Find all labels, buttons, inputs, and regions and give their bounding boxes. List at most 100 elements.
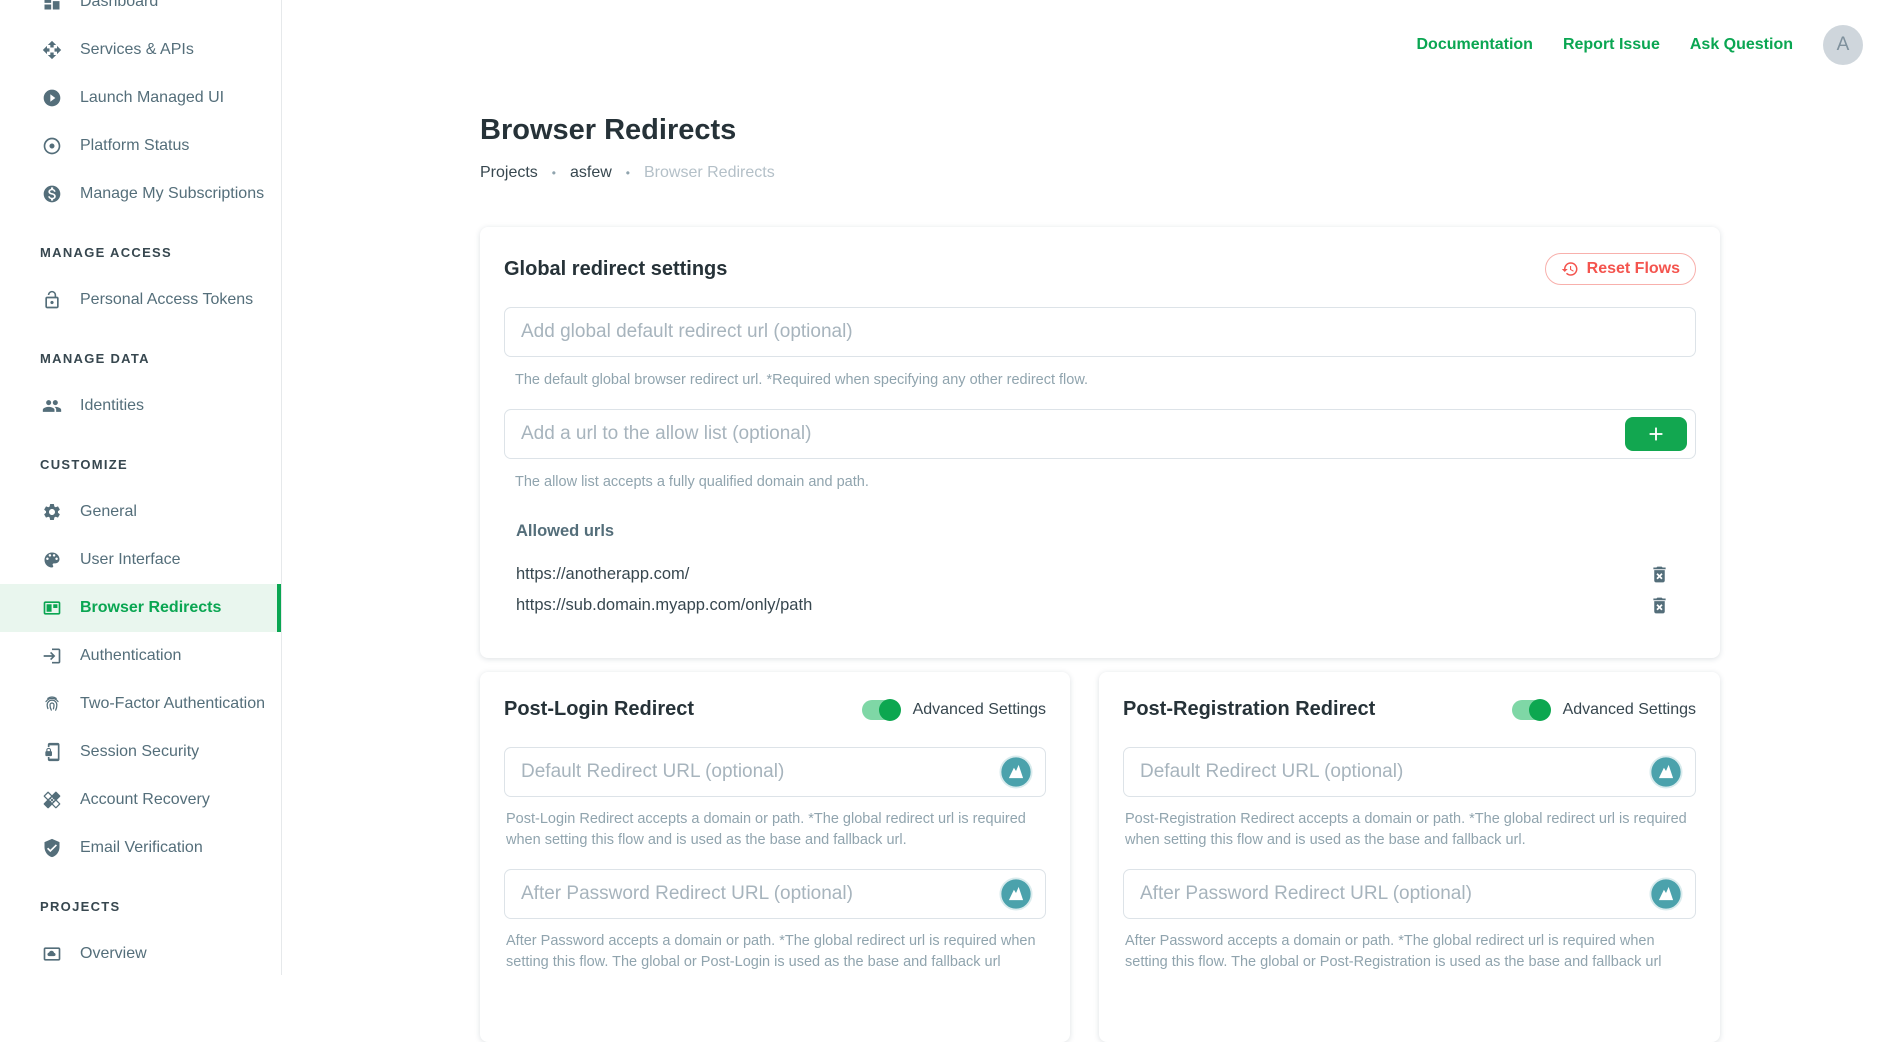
sidebar-item-label: Account Recovery xyxy=(80,791,210,809)
breadcrumb-project-name[interactable]: asfew xyxy=(570,164,612,182)
post-registration-title: Post-Registration Redirect xyxy=(1123,698,1375,721)
ask-question-link[interactable]: Ask Question xyxy=(1690,36,1793,54)
allow-list-input[interactable] xyxy=(504,409,1696,459)
post-registration-default-url-input[interactable] xyxy=(1123,747,1696,797)
post-login-redirect-card: Post-Login Redirect Advanced Settings Po… xyxy=(480,672,1070,1042)
allowed-url-text: https://sub.domain.myapp.com/only/path xyxy=(516,596,812,615)
advanced-settings-label: Advanced Settings xyxy=(913,701,1046,719)
sidebar-item-general[interactable]: General xyxy=(0,488,281,536)
toggle-knob xyxy=(1529,699,1551,721)
sidebar-item-label: General xyxy=(80,503,137,521)
sidebar-item-label: Dashboard xyxy=(80,0,158,11)
main-content: Documentation Report Issue Ask Question … xyxy=(283,0,1904,975)
sidebar-item-user-interface[interactable]: User Interface xyxy=(0,536,281,584)
post-registration-redirect-card: Post-Registration Redirect Advanced Sett… xyxy=(1099,672,1720,1042)
post-login-default-helper: Post-Login Redirect accepts a domain or … xyxy=(506,809,1046,851)
mountain-logo-icon xyxy=(1649,877,1683,911)
sidebar: Dashboard Services & APIs Launch Managed… xyxy=(0,0,282,975)
sidebar-item-label: Manage My Subscriptions xyxy=(80,185,264,203)
sidebar-item-launch-managed-ui[interactable]: Launch Managed UI xyxy=(0,74,281,122)
plus-icon xyxy=(1645,423,1667,445)
post-login-default-url-input[interactable] xyxy=(504,747,1046,797)
global-default-redirect-input[interactable] xyxy=(504,307,1696,357)
sidebar-item-label: Session Security xyxy=(80,743,199,761)
sidebar-item-label: Launch Managed UI xyxy=(80,89,224,107)
sidebar-item-label: User Interface xyxy=(80,551,180,569)
sidebar-item-browser-redirects[interactable]: Browser Redirects xyxy=(0,584,281,632)
global-default-helper: The default global browser redirect url.… xyxy=(515,370,1696,390)
reset-flows-button[interactable]: Reset Flows xyxy=(1545,253,1696,285)
mountain-logo-icon xyxy=(999,755,1033,789)
sidebar-item-account-recovery[interactable]: Account Recovery xyxy=(0,776,281,824)
sidebar-item-overview[interactable]: Overview xyxy=(0,930,281,975)
trash-icon xyxy=(1649,564,1670,585)
allowed-urls-title: Allowed urls xyxy=(516,522,1696,541)
sidebar-item-identities[interactable]: Identities xyxy=(0,382,281,430)
allowed-url-row: https://anotherapp.com/ xyxy=(504,559,1696,590)
sidebar-item-platform-status[interactable]: Platform Status xyxy=(0,122,281,170)
phone-lock-icon xyxy=(42,742,62,762)
sidebar-item-personal-access-tokens[interactable]: Personal Access Tokens xyxy=(0,276,281,324)
advanced-settings-label: Advanced Settings xyxy=(1563,701,1696,719)
status-icon xyxy=(42,136,62,156)
breadcrumb-separator: • xyxy=(626,166,630,180)
sidebar-item-session-security[interactable]: Session Security xyxy=(0,728,281,776)
sidebar-section-customize: CUSTOMIZE xyxy=(0,440,281,488)
sidebar-item-label: Platform Status xyxy=(80,137,189,155)
breadcrumb-projects[interactable]: Projects xyxy=(480,164,538,182)
mountain-logo-icon xyxy=(1649,755,1683,789)
sidebar-item-label: Browser Redirects xyxy=(80,599,221,617)
breadcrumb: Projects • asfew • Browser Redirects xyxy=(480,164,775,182)
sidebar-item-label: Personal Access Tokens xyxy=(80,291,253,309)
sidebar-item-label: Email Verification xyxy=(80,839,203,857)
sidebar-item-authentication[interactable]: Authentication xyxy=(0,632,281,680)
header-links: Documentation Report Issue Ask Question … xyxy=(1416,25,1863,65)
bandage-icon xyxy=(42,790,62,810)
allowed-urls-list: https://anotherapp.com/ https://sub.doma… xyxy=(504,559,1696,621)
page-title: Browser Redirects xyxy=(480,114,736,147)
sidebar-section-manage-data: MANAGE DATA xyxy=(0,334,281,382)
documentation-link[interactable]: Documentation xyxy=(1416,36,1532,54)
flow-cards: Post-Login Redirect Advanced Settings Po… xyxy=(480,672,1720,1042)
delete-url-button[interactable] xyxy=(1649,564,1670,585)
shield-check-icon xyxy=(42,838,62,858)
post-registration-default-helper: Post-Registration Redirect accepts a dom… xyxy=(1125,809,1696,851)
global-card-title: Global redirect settings xyxy=(504,258,727,281)
allowed-url-text: https://anotherapp.com/ xyxy=(516,565,689,584)
sidebar-item-manage-subscriptions[interactable]: Manage My Subscriptions xyxy=(0,170,281,218)
avatar[interactable]: A xyxy=(1823,25,1863,65)
toggle-knob xyxy=(879,699,901,721)
sidebar-item-label: Overview xyxy=(80,945,147,963)
mountain-logo-icon xyxy=(999,877,1033,911)
trash-icon xyxy=(1649,595,1670,616)
post-registration-after-password-input[interactable] xyxy=(1123,869,1696,919)
advanced-settings-toggle[interactable] xyxy=(1512,700,1550,720)
lock-icon xyxy=(42,290,62,310)
history-icon xyxy=(1561,260,1579,278)
report-issue-link[interactable]: Report Issue xyxy=(1563,36,1660,54)
add-url-button[interactable] xyxy=(1625,417,1687,451)
post-registration-after-helper: After Password accepts a domain or path.… xyxy=(1125,931,1696,973)
dashboard-icon xyxy=(42,0,62,12)
global-redirect-settings-card: Global redirect settings Reset Flows The… xyxy=(480,227,1720,658)
cloud-box-icon xyxy=(42,944,62,964)
sidebar-section-manage-access: MANAGE ACCESS xyxy=(0,228,281,276)
sidebar-item-dashboard[interactable]: Dashboard xyxy=(0,0,281,26)
allow-list-helper: The allow list accepts a fully qualified… xyxy=(515,472,1696,492)
sidebar-item-services-apis[interactable]: Services & APIs xyxy=(0,26,281,74)
breadcrumb-separator: • xyxy=(552,166,556,180)
reset-flows-label: Reset Flows xyxy=(1587,260,1680,278)
sidebar-item-label: Identities xyxy=(80,397,144,415)
sidebar-item-two-factor[interactable]: Two-Factor Authentication xyxy=(0,680,281,728)
post-login-after-helper: After Password accepts a domain or path.… xyxy=(506,931,1046,973)
post-login-title: Post-Login Redirect xyxy=(504,698,694,721)
sidebar-item-email-verification[interactable]: Email Verification xyxy=(0,824,281,872)
people-icon xyxy=(42,396,62,416)
allowed-url-row: https://sub.domain.myapp.com/only/path xyxy=(504,590,1696,621)
delete-url-button[interactable] xyxy=(1649,595,1670,616)
advanced-settings-toggle[interactable] xyxy=(862,700,900,720)
dollar-circle-icon xyxy=(42,184,62,204)
post-login-after-password-input[interactable] xyxy=(504,869,1046,919)
sidebar-item-label: Two-Factor Authentication xyxy=(80,695,265,713)
breadcrumb-current: Browser Redirects xyxy=(644,164,775,182)
